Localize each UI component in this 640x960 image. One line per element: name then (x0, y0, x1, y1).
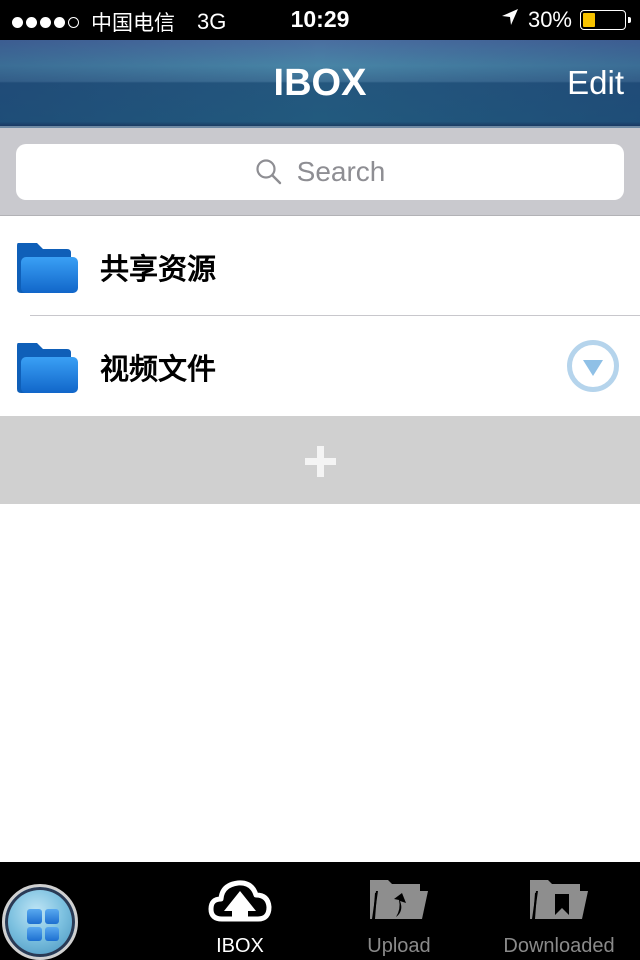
search-icon (255, 158, 283, 186)
search-placeholder: Search (296, 156, 386, 187)
folder-name: 视频文件 (100, 352, 217, 386)
cloud-upload-icon (170, 874, 310, 926)
add-folder-button[interactable] (0, 416, 640, 504)
page-title: IBOX (273, 62, 367, 104)
search-input[interactable]: Search (16, 144, 624, 200)
tab-upload[interactable]: Upload (329, 874, 469, 960)
status-bar: 中国电信 3G 10:29 30% (0, 0, 640, 40)
edit-button[interactable]: Edit (567, 64, 624, 102)
folder-icon (15, 341, 79, 400)
grid-icon (27, 909, 59, 941)
tab-label: Downloaded (503, 935, 615, 957)
navigation-bar: IBOX Edit (0, 40, 640, 128)
expand-chevron-down-icon[interactable] (566, 339, 620, 393)
folder-icon (15, 241, 79, 300)
search-bar: Search (0, 128, 640, 216)
plus-icon (305, 446, 336, 477)
battery-percent: 30% (527, 7, 572, 32)
tab-downloaded[interactable]: Downloaded (489, 874, 629, 960)
list-item[interactable]: 视频文件 (0, 316, 640, 416)
folder-upload-icon (329, 874, 469, 926)
tab-label: IBOX (216, 935, 264, 957)
list-item[interactable]: 共享资源 (0, 216, 640, 316)
location-arrow-icon (500, 7, 520, 33)
tab-label: Upload (367, 935, 431, 957)
folder-name: 共享资源 (100, 252, 217, 286)
tab-bar: IBOX Upload Downloaded (0, 862, 640, 960)
tab-ibox[interactable]: IBOX (170, 874, 310, 960)
folder-bookmark-icon (489, 874, 629, 926)
folder-list: 共享资源 视频文件 (0, 216, 640, 416)
home-menu-button[interactable] (2, 884, 78, 960)
battery-icon (580, 10, 631, 30)
